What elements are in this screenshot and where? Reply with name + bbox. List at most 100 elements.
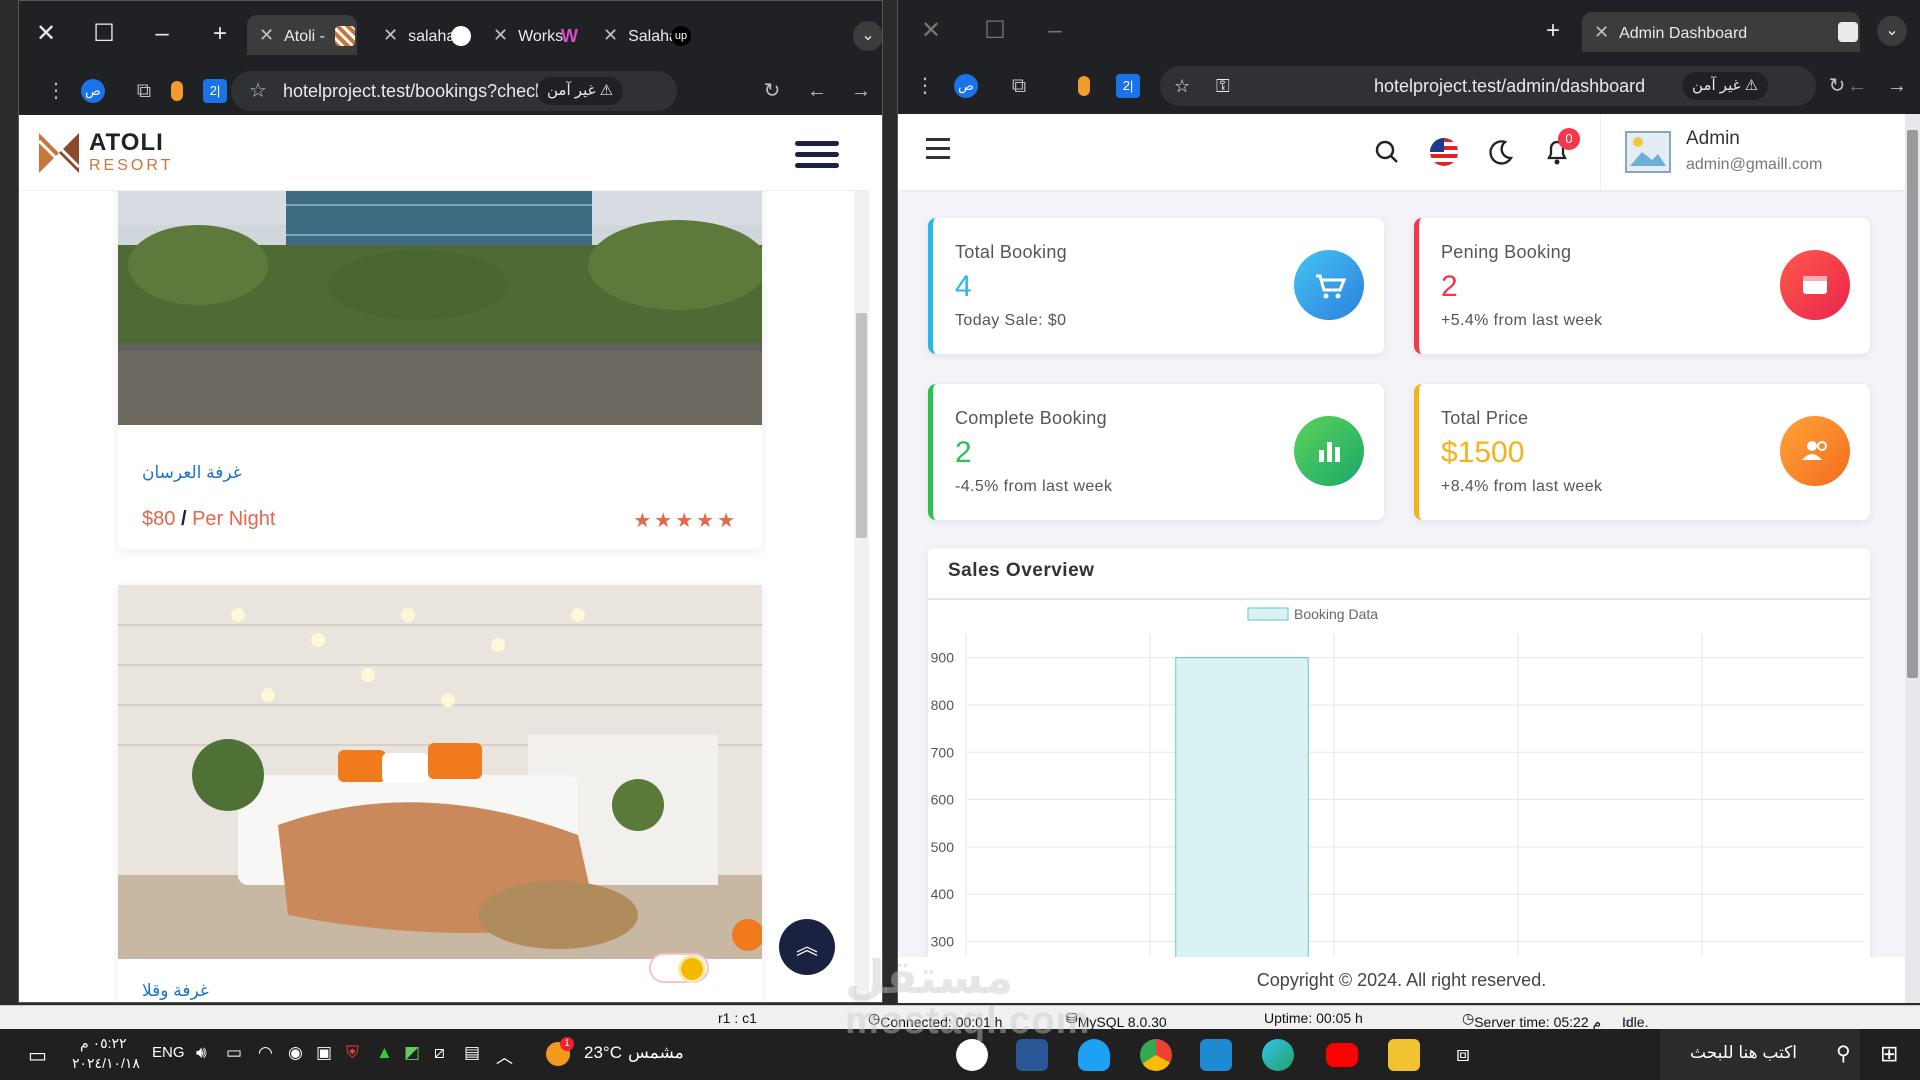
watermark-url: mostaql.com [845,1000,1091,1042]
not-secure-chip[interactable]: غير آمن ⚠ [1682,72,1769,100]
input-language[interactable]: ENG [152,1044,185,1061]
chrome-icon[interactable] [1140,1039,1172,1071]
weather-text[interactable]: مشمس [628,1043,684,1063]
maximize-icon[interactable]: ☐ [89,19,119,49]
menu-dots-icon[interactable]: ⋮ [912,74,938,98]
app-bird-icon[interactable] [1078,1039,1110,1071]
mysql-text: MySQL 8.0.30 [1077,1014,1167,1030]
tab-admin-dashboard[interactable]: ✕ Admin Dashboard [1582,12,1860,52]
scroll-to-top-button[interactable]: ︽ [779,919,835,975]
legend-swatch [1247,607,1289,621]
room-name[interactable]: غرفة وقلا [142,981,209,1001]
vscode-icon[interactable] [1200,1039,1232,1071]
theme-toggle[interactable] [649,953,709,983]
minimize-icon[interactable]: – [147,19,177,49]
edge-icon[interactable] [1262,1039,1294,1071]
card-value: $1500 [1441,436,1525,469]
camera-icon[interactable]: ◉ [288,1043,303,1063]
show-hidden-icons-chevron[interactable]: ︿ [496,1043,513,1068]
extension-badge-icon[interactable]: ص [954,74,978,98]
close-tab-icon[interactable]: ✕ [1594,22,1609,42]
extension-icon[interactable] [1078,76,1090,96]
back-icon[interactable]: ← [804,79,830,103]
w-icon: W [561,26,578,46]
extension-icon[interactable] [171,81,183,101]
close-tab-icon[interactable]: ✕ [603,25,618,45]
new-tab-icon[interactable]: + [205,19,235,49]
tab-search-chevron-icon[interactable]: ⌄ [853,21,882,51]
close-tab-icon[interactable]: ✕ [493,25,508,45]
new-tab-icon[interactable]: + [1538,16,1568,46]
card-value: 2 [955,436,972,469]
dashboard-topbar: 0 Admin admin@gmaill.com [898,114,1905,190]
hs-app-icon[interactable] [956,1039,988,1071]
warning-icon: ⚠ [599,82,614,99]
left-scrollbar[interactable] [854,115,869,1002]
weather-temp[interactable]: 23°C [584,1043,622,1063]
task-view-icon[interactable]: ⧈ [1456,1041,1470,1067]
translate-extension-icon[interactable]: 2| [203,79,227,103]
card-subtext: -4.5% from last week [955,478,1113,495]
close-window-icon[interactable]: ✕ [31,19,61,49]
room-name[interactable]: غرفة العرسان [142,463,242,483]
forward-icon[interactable]: → [1884,74,1910,98]
extension-badge-icon[interactable]: ص [81,79,105,103]
uptime: Uptime: 00:05 h [1264,1010,1363,1026]
network-icon[interactable]: ⧄ [434,1043,445,1063]
hamburger-menu-icon[interactable] [795,141,839,169]
sidebar-toggle-icon[interactable] [926,138,950,159]
word-icon[interactable] [1016,1039,1048,1071]
close-window-icon[interactable]: ✕ [916,16,946,46]
clock-date[interactable]: ٢٠٢٤/١٠/١٨ [72,1055,140,1072]
room-card[interactable]: غرفة وقلا [118,585,762,1002]
search-placeholder: اكتب هنا للبحث [1690,1043,1797,1062]
youtube-icon[interactable] [1326,1043,1358,1067]
extensions-puzzle-icon[interactable]: ⧉ [131,79,157,103]
chart-bar [1175,657,1309,1003]
menu-dots-icon[interactable]: ⋮ [43,79,69,103]
back-icon[interactable]: ← [1844,74,1870,98]
cursor-position: r1 : c1 [718,1010,757,1026]
card-label: Total Price [1441,408,1529,428]
tab-search-chevron-icon[interactable]: ⌄ [1877,16,1907,46]
minimize-icon[interactable]: – [1040,16,1070,46]
scroll-thumb[interactable] [856,313,867,538]
us-flag-icon[interactable] [1428,136,1460,168]
notification-center-icon[interactable]: ▭ [28,1043,47,1068]
windows-start-icon[interactable]: ⊞ [1880,1041,1898,1067]
forward-icon[interactable]: → [848,79,874,103]
bookmark-star-icon[interactable]: ☆ [1174,66,1190,106]
right-scrollbar[interactable] [1905,114,1920,1003]
clock-time[interactable]: ٠٥:٢٢ م [80,1035,127,1052]
avatar[interactable] [1624,128,1672,176]
card-label: Pening Booking [1441,242,1572,262]
security-shield-icon[interactable]: ⛨ [346,1043,359,1063]
maximize-icon[interactable]: ☐ [980,16,1010,46]
right-address-bar[interactable]: ☆ ⚿ hotelproject.test/admin/dashboard غي… [1160,66,1816,106]
nvidia-icon[interactable]: ◩ [404,1043,420,1063]
bookmark-star-icon[interactable]: ☆ [245,79,271,103]
extensions-puzzle-icon[interactable]: ⧉ [1006,74,1032,98]
page-favicon-icon [1838,22,1858,42]
volume-icon[interactable]: 🔊︎ [196,1043,207,1063]
search-icon[interactable] [1371,136,1403,168]
file-explorer-icon[interactable] [1388,1039,1420,1071]
close-tab-icon[interactable]: ✕ [259,25,274,45]
not-secure-chip[interactable]: غير آمن ⚠ [537,77,624,105]
right-browser-window: ✕ ☐ – + ✕ Admin Dashboard ⌄ ⋮ ص ⧉ 2| ☆ ⚿ … [897,0,1920,1003]
translate-extension-icon[interactable]: 2| [1116,74,1140,98]
price-separator: / [180,508,187,530]
tray-triangle-icon[interactable]: ▲ [376,1043,393,1063]
scroll-thumb[interactable] [1907,130,1918,678]
battery-icon[interactable]: ▭ [226,1043,242,1063]
reload-icon[interactable]: ↻ [759,79,785,103]
close-tab-icon[interactable]: ✕ [383,25,398,45]
wifi-icon[interactable]: ◠ [258,1043,273,1063]
tray-app-icon[interactable]: ▣ [316,1043,332,1063]
display-icon[interactable]: ▤ [464,1043,480,1063]
taskbar-search-box[interactable]: اكتب هنا للبحث ⚲ [1660,1029,1860,1080]
tab-label: salaha [408,28,456,45]
y-tick-label: 800 [931,697,955,713]
key-icon[interactable]: ⚿ [1216,66,1230,106]
dark-mode-moon-icon[interactable] [1485,136,1517,168]
